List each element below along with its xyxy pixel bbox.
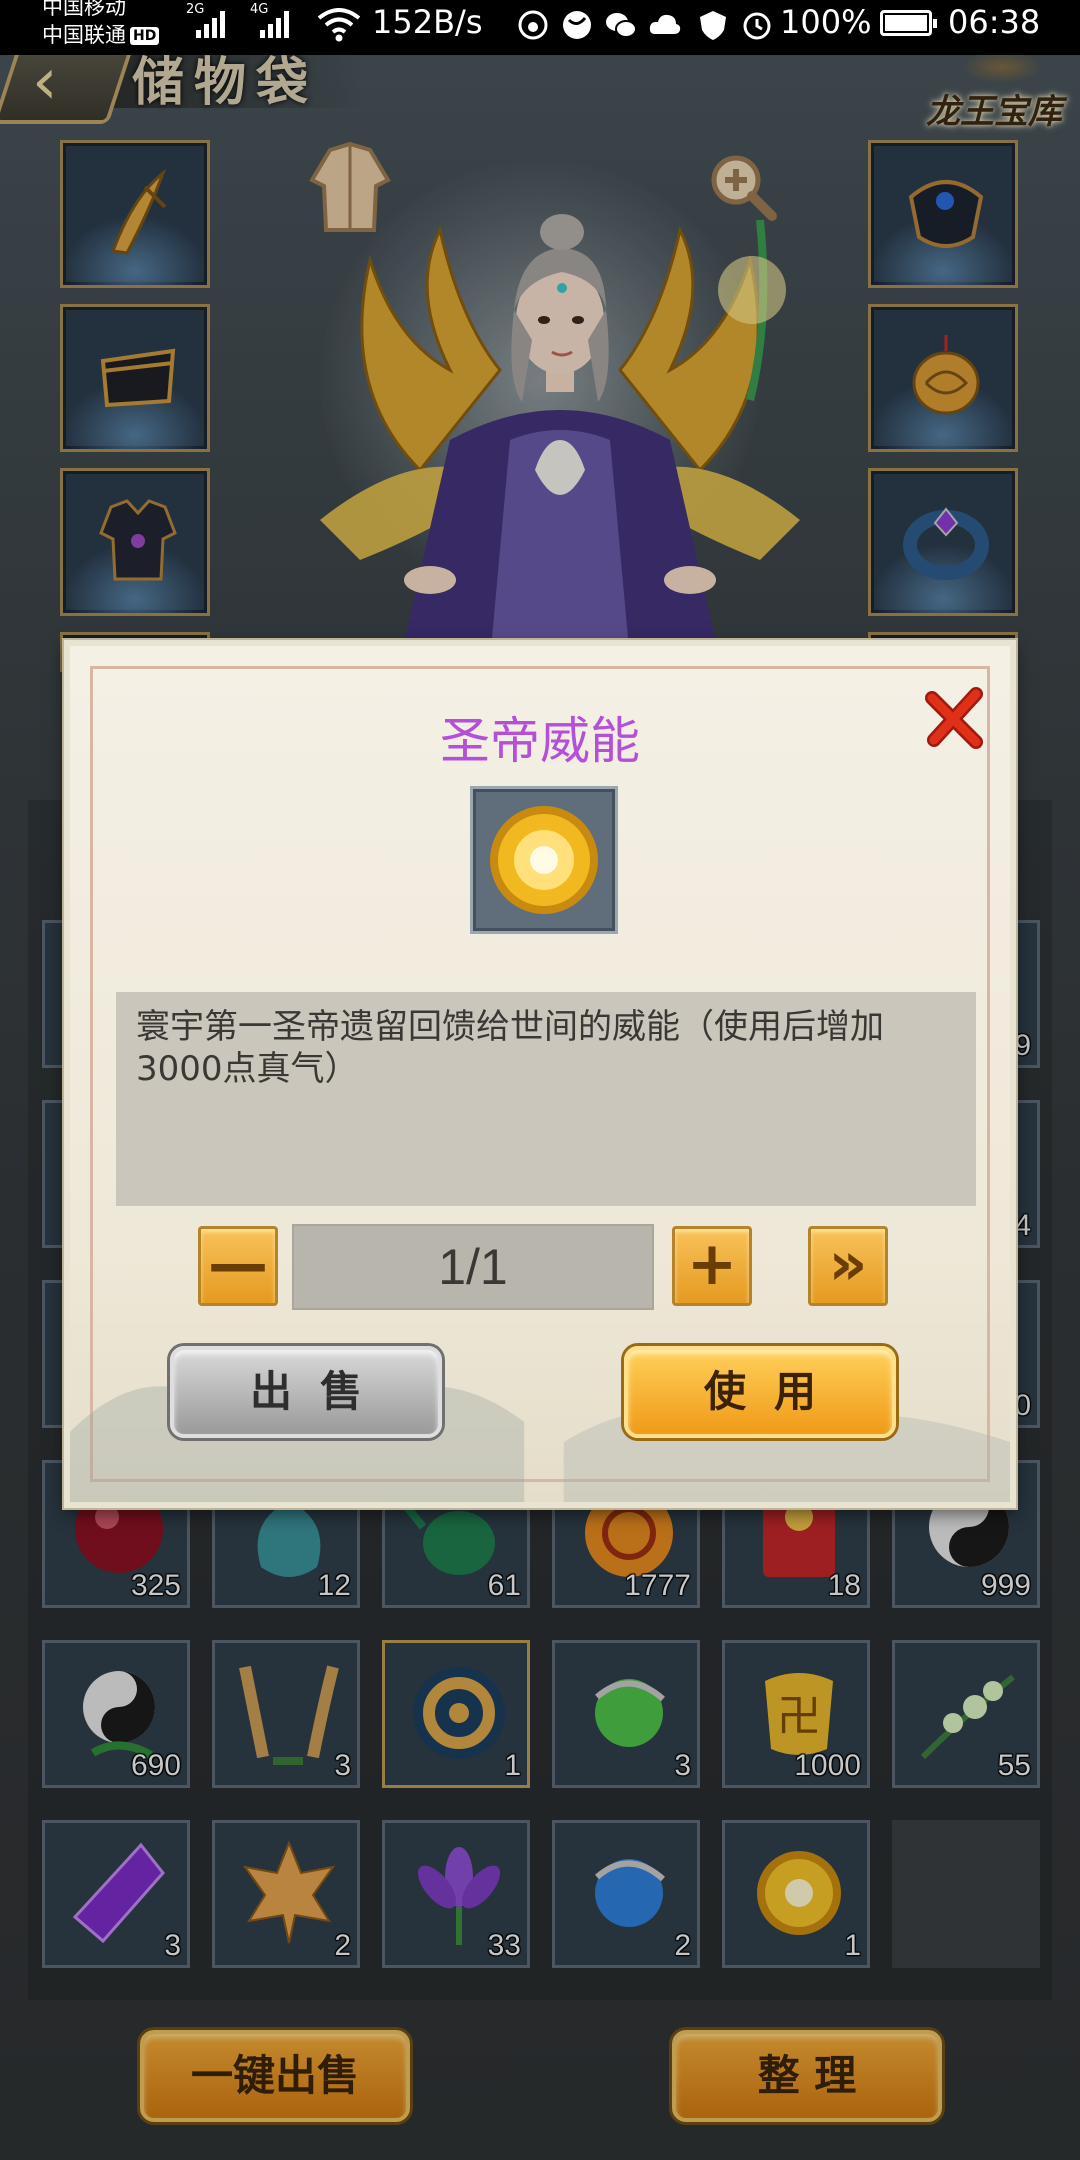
sell-button[interactable]: 出售 (170, 1346, 442, 1438)
wechat-icon (606, 13, 637, 38)
browser-icon (563, 11, 591, 39)
dialog-title: 圣帝威能 (440, 712, 640, 770)
shield-icon (700, 11, 726, 40)
signal-2-icon: 4G (250, 2, 300, 38)
battery-percent: 100% (780, 3, 872, 41)
signal-1-icon: 2G (186, 2, 236, 38)
use-button[interactable]: 使用 (624, 1346, 896, 1438)
carrier-2: 中国联通 HD (42, 23, 160, 47)
decrease-button[interactable]: — (198, 1226, 278, 1306)
game-screen: 中国移动 中国联通 HD 2G 4G 152B/s 100% 06:38 ‹ 储… (0, 0, 1080, 2160)
battery-icon (880, 10, 937, 36)
item-preview (470, 786, 618, 934)
carrier-1: 中国移动 (42, 0, 126, 19)
weibo-icon (518, 10, 548, 40)
cloud-icon (649, 14, 681, 34)
net-speed: 152B/s (372, 3, 483, 41)
close-icon[interactable] (924, 684, 990, 750)
alarm-icon (743, 12, 771, 40)
clock: 06:38 (948, 3, 1041, 41)
carrier-2-label: 中国联通 (42, 23, 126, 47)
sun-orb-icon (490, 806, 598, 914)
max-quantity-button[interactable]: » (808, 1226, 888, 1306)
quantity-field[interactable]: 1/1 (292, 1224, 654, 1310)
item-description: 寰宇第一圣帝遗留回馈给世间的威能（使用后增加3000点真气） (116, 992, 976, 1206)
item-dialog: 圣帝威能 寰宇第一圣帝遗留回馈给世间的威能（使用后增加3000点真气） — 1/… (64, 640, 1016, 1508)
status-bar: 中国移动 中国联通 HD 2G 4G 152B/s 100% 06:38 (0, 0, 1080, 55)
increase-button[interactable]: + (672, 1226, 752, 1306)
hd-badge: HD (130, 27, 160, 45)
wifi-icon (317, 8, 361, 42)
